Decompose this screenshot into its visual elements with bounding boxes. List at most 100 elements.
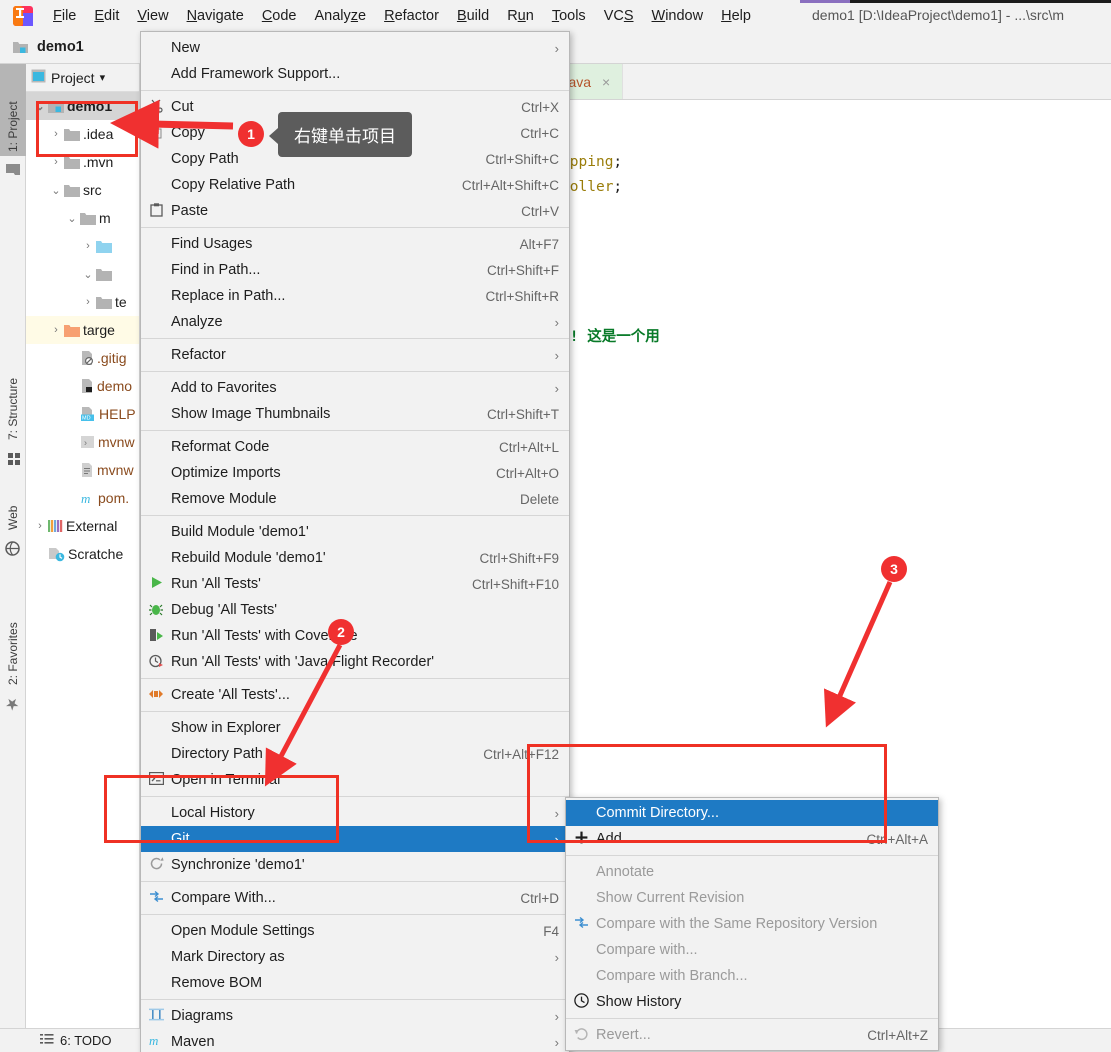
tree-item[interactable]: › targe xyxy=(26,316,139,344)
tree-item[interactable]: MD HELP xyxy=(26,400,139,428)
menu-item-remove-bom[interactable]: Remove BOM xyxy=(141,970,569,996)
menu-analyze[interactable]: Analyze xyxy=(306,5,376,27)
project-tree[interactable]: ⌄ demo1 › .idea › .mvn ⌄ src ⌄ m › ⌄ › te › targe .gitig… xyxy=(26,92,139,568)
menu-navigate[interactable]: Navigate xyxy=(178,5,253,27)
tree-item[interactable]: ⌄ xyxy=(26,260,139,288)
menu-view[interactable]: View xyxy=(128,5,177,27)
menu-item-git[interactable]: Git › xyxy=(141,826,569,852)
menu-item-compare-with-branch[interactable]: Compare with Branch... xyxy=(566,963,938,989)
menu-item-label: Refactor xyxy=(171,347,226,363)
menu-run[interactable]: Run xyxy=(498,5,543,27)
menu-item-revert[interactable]: Revert... Ctrl+Alt+Z xyxy=(566,1022,938,1048)
menu-item-run-all-tests-with-java-flight-recorder[interactable]: Run 'All Tests' with 'Java Flight Record… xyxy=(141,649,569,675)
menu-help[interactable]: Help xyxy=(712,5,760,27)
annotation-tooltip-1: 右键单击项目 xyxy=(269,112,412,157)
menu-item-debug-all-tests[interactable]: Debug 'All Tests' xyxy=(141,597,569,623)
menu-item-copy-relative-path[interactable]: Copy Relative Path Ctrl+Alt+Shift+C xyxy=(141,172,569,198)
project-view-toolbar[interactable]: Project ▾ xyxy=(26,64,139,92)
menu-item-remove-module[interactable]: Remove Module Delete xyxy=(141,486,569,512)
tree-item[interactable]: › te xyxy=(26,288,139,316)
menu-item-synchronize-demo1[interactable]: Synchronize 'demo1' xyxy=(141,852,569,878)
sidebar-tab-project[interactable]: 1: Project xyxy=(0,64,26,156)
menu-item-label: Commit Directory... xyxy=(596,805,719,821)
menu-item-compare-with[interactable]: Compare With... Ctrl+D xyxy=(141,885,569,911)
menu-item-annotate[interactable]: Annotate xyxy=(566,859,938,885)
menu-tools[interactable]: Tools xyxy=(543,5,595,27)
chevron-right-icon[interactable]: › xyxy=(48,128,64,140)
menu-item-analyze[interactable]: Analyze › xyxy=(141,309,569,335)
menu-build[interactable]: Build xyxy=(448,5,498,27)
menu-item-show-history[interactable]: Show History xyxy=(566,989,938,1015)
menu-item-open-module-settings[interactable]: Open Module Settings F4 xyxy=(141,918,569,944)
tree-item[interactable]: ⌄ demo1 xyxy=(26,92,139,120)
menu-item-find-in-path[interactable]: Find in Path... Ctrl+Shift+F xyxy=(141,257,569,283)
tree-item[interactable]: ⌄ src xyxy=(26,176,139,204)
sidebar-tab-web[interactable]: Web xyxy=(0,484,26,534)
chevron-down-icon[interactable]: ⌄ xyxy=(32,100,48,113)
menu-window[interactable]: Window xyxy=(643,5,713,27)
tree-item[interactable]: › .mvn xyxy=(26,148,139,176)
menu-item-find-usages[interactable]: Find Usages Alt+F7 xyxy=(141,231,569,257)
sidebar-tab-favorites-label: 2: Favorites xyxy=(6,622,20,685)
menu-item-rebuild-module-demo1[interactable]: Rebuild Module 'demo1' Ctrl+Shift+F9 xyxy=(141,545,569,571)
menu-item-add[interactable]: Add Ctrl+Alt+A xyxy=(566,826,938,852)
menu-item-add-framework-support[interactable]: Add Framework Support... xyxy=(141,61,569,87)
menu-item-open-in-terminal[interactable]: Open in Terminal xyxy=(141,767,569,793)
menu-item-add-to-favorites[interactable]: Add to Favorites › xyxy=(141,375,569,401)
git-submenu[interactable]: Commit Directory... Add Ctrl+Alt+A Annotate… xyxy=(565,797,939,1051)
todo-button[interactable]: 6: TODO xyxy=(40,1033,112,1048)
tree-item[interactable]: mvnw xyxy=(26,456,139,484)
chevron-right-icon[interactable]: › xyxy=(80,296,96,308)
chevron-right-icon[interactable]: › xyxy=(32,520,48,532)
tree-item[interactable]: › .idea xyxy=(26,120,139,148)
menu-file[interactable]: File xyxy=(44,5,85,27)
close-icon[interactable]: × xyxy=(602,74,610,90)
menu-item-paste[interactable]: Paste Ctrl+V xyxy=(141,198,569,224)
tree-item[interactable]: m pom. xyxy=(26,484,139,512)
menu-vcs[interactable]: VCS xyxy=(595,5,643,27)
chevron-right-icon[interactable]: › xyxy=(48,324,64,336)
menu-item-mark-directory-as[interactable]: Mark Directory as › xyxy=(141,944,569,970)
copy-icon xyxy=(141,125,171,142)
tree-item[interactable]: ⌄ m xyxy=(26,204,139,232)
chevron-down-icon[interactable]: ▾ xyxy=(100,71,106,84)
chevron-down-icon[interactable]: ⌄ xyxy=(64,212,80,225)
menu-item-local-history[interactable]: Local History › xyxy=(141,800,569,826)
menu-item-replace-in-path[interactable]: Replace in Path... Ctrl+Shift+R xyxy=(141,283,569,309)
menu-item-show-image-thumbnails[interactable]: Show Image Thumbnails Ctrl+Shift+T xyxy=(141,401,569,427)
module-folder-icon xyxy=(48,100,64,113)
sidebar-tab-structure[interactable]: 7: Structure xyxy=(0,339,26,444)
menu-item-diagrams[interactable]: Diagrams › xyxy=(141,1003,569,1029)
menu-item-run-all-tests-with-coverage[interactable]: Run 'All Tests' with Coverage xyxy=(141,623,569,649)
menu-item-run-all-tests[interactable]: Run 'All Tests' Ctrl+Shift+F10 xyxy=(141,571,569,597)
menu-edit[interactable]: Edit xyxy=(85,5,128,27)
menu-item-new[interactable]: New › xyxy=(141,35,569,61)
tree-item[interactable]: Scratche xyxy=(26,540,139,568)
chevron-down-icon[interactable]: ⌄ xyxy=(80,268,96,281)
tree-item[interactable]: demo xyxy=(26,372,139,400)
menu-item-maven[interactable]: m Maven › xyxy=(141,1029,569,1052)
tree-item[interactable]: › mvnw xyxy=(26,428,139,456)
menu-item-create-all-tests[interactable]: Create 'All Tests'... xyxy=(141,682,569,708)
chevron-right-icon[interactable]: › xyxy=(80,240,96,252)
menu-item-commit-directory[interactable]: Commit Directory... xyxy=(566,800,938,826)
maven-icon: m xyxy=(141,1033,171,1050)
menu-item-compare-with[interactable]: Compare with... xyxy=(566,937,938,963)
menu-item-show-current-revision[interactable]: Show Current Revision xyxy=(566,885,938,911)
menu-item-refactor[interactable]: Refactor › xyxy=(141,342,569,368)
chevron-down-icon[interactable]: ⌄ xyxy=(48,184,64,197)
menu-item-reformat-code[interactable]: Reformat Code Ctrl+Alt+L xyxy=(141,434,569,460)
sidebar-tab-favorites[interactable]: 2: Favorites xyxy=(0,584,26,689)
menu-item-directory-path[interactable]: Directory Path Ctrl+Alt+F12 xyxy=(141,741,569,767)
tree-item[interactable]: › External xyxy=(26,512,139,540)
chevron-right-icon[interactable]: › xyxy=(48,156,64,168)
menu-item-optimize-imports[interactable]: Optimize Imports Ctrl+Alt+O xyxy=(141,460,569,486)
project-context-menu[interactable]: New › Add Framework Support... Cut Ctrl+X Cop… xyxy=(140,31,570,1052)
menu-item-compare-with-the-same-repository-version[interactable]: Compare with the Same Repository Version xyxy=(566,911,938,937)
tree-item[interactable]: › xyxy=(26,232,139,260)
menu-item-build-module-demo1[interactable]: Build Module 'demo1' xyxy=(141,519,569,545)
menu-refactor[interactable]: Refactor xyxy=(375,5,448,27)
menu-code[interactable]: Code xyxy=(253,5,306,27)
tree-item[interactable]: .gitig xyxy=(26,344,139,372)
menu-item-show-in-explorer[interactable]: Show in Explorer xyxy=(141,715,569,741)
